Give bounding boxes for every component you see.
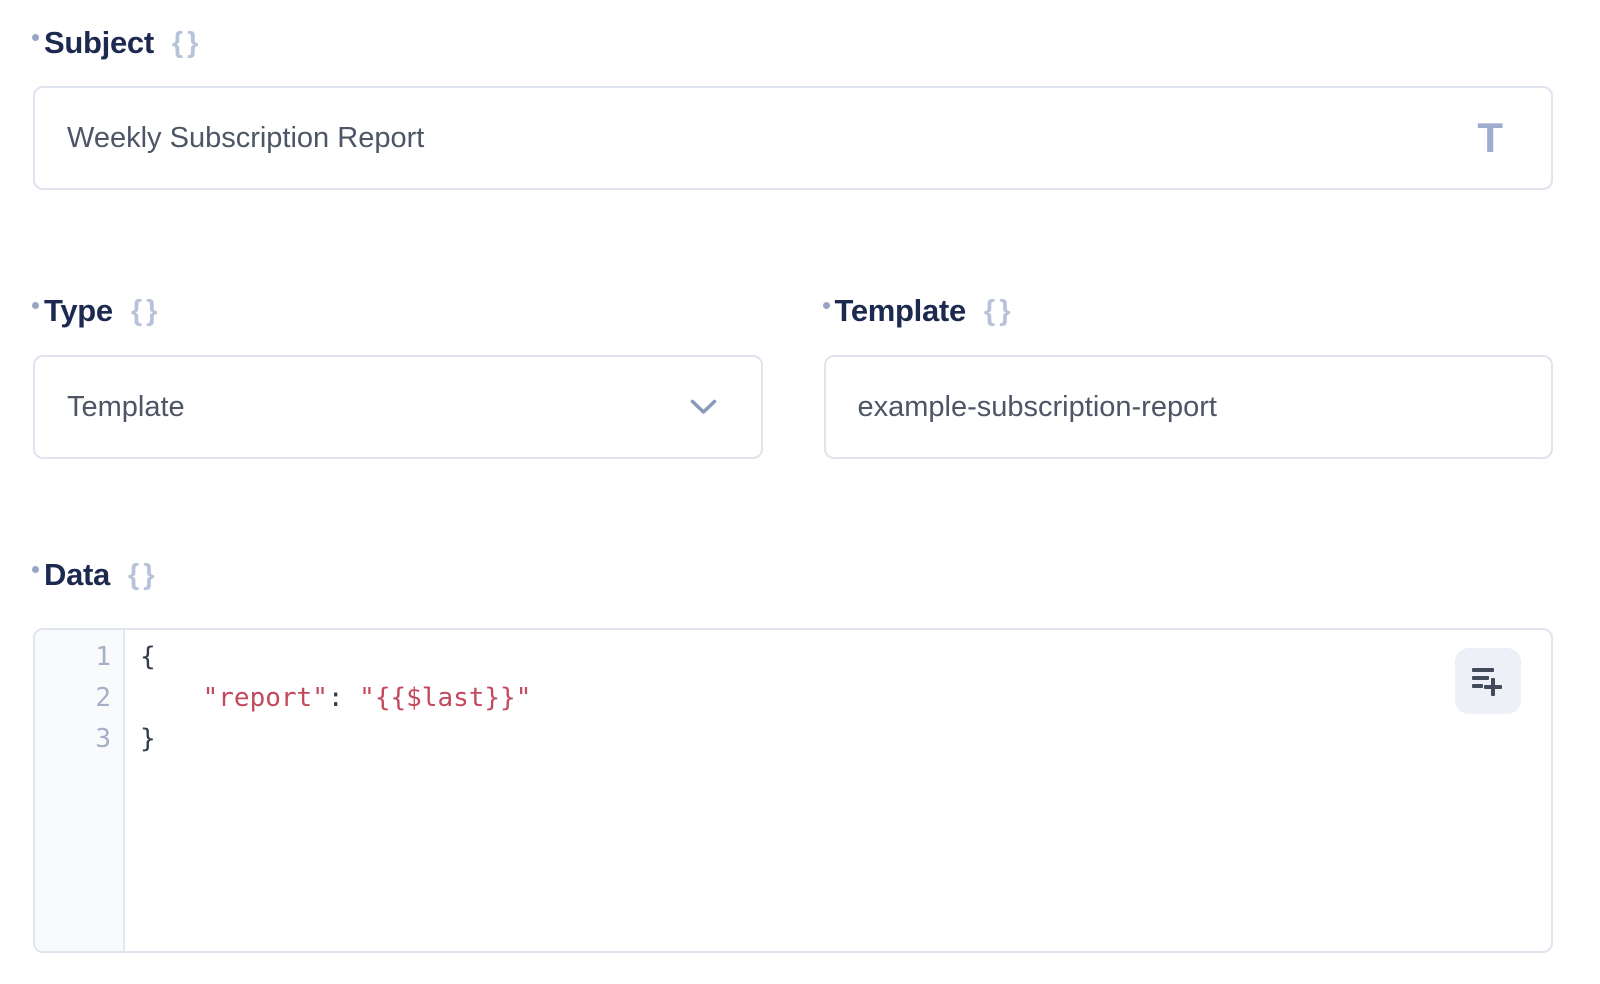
expression-braces-icon[interactable]: {}: [131, 293, 162, 329]
subject-label-row: Subject {}: [33, 25, 1553, 61]
expression-braces-icon[interactable]: {}: [172, 25, 203, 61]
label-bullet-icon: [32, 566, 39, 573]
label-bullet-icon: [823, 302, 830, 309]
code-lines: 1{2 "report": "{{$last}}"3}: [35, 630, 1551, 759]
type-template-row: Type {} Template Template {} example-sub…: [33, 293, 1553, 459]
template-input[interactable]: example-subscription-report: [824, 355, 1554, 459]
playlist-add-icon: [1470, 665, 1506, 698]
code-line-text: }: [125, 724, 156, 754]
code-line-text: "report": "{{$last}}": [125, 683, 531, 713]
label-bullet-icon: [32, 34, 39, 41]
code-line: 2 "report": "{{$last}}": [35, 677, 1551, 718]
data-field-section: Data {} 1{2 "report": "{{$last}}"3}: [33, 557, 1553, 953]
type-label: Type: [44, 293, 113, 329]
code-line: 1{: [35, 636, 1551, 677]
line-number: 3: [35, 724, 125, 754]
subject-input[interactable]: Weekly Subscription Report T: [33, 86, 1553, 190]
text-type-icon[interactable]: T: [1477, 114, 1521, 162]
expression-braces-icon[interactable]: {}: [984, 293, 1015, 329]
subject-field-section: Subject {} Weekly Subscription Report T: [33, 25, 1553, 190]
line-number: 1: [35, 642, 125, 672]
code-line-text: {: [125, 642, 156, 672]
template-field-section: Template {} example-subscription-report: [824, 293, 1554, 459]
data-code-editor[interactable]: 1{2 "report": "{{$last}}"3}: [33, 628, 1553, 953]
line-number: 2: [35, 683, 125, 713]
email-template-form: Subject {} Weekly Subscription Report T …: [0, 0, 1600, 953]
type-field-section: Type {} Template: [33, 293, 763, 459]
type-label-row: Type {}: [33, 293, 763, 329]
label-bullet-icon: [32, 302, 39, 309]
type-select-value: Template: [67, 391, 185, 424]
subject-input-value: Weekly Subscription Report: [67, 122, 424, 155]
insert-snippet-button[interactable]: [1455, 648, 1521, 714]
template-label-row: Template {}: [824, 293, 1554, 329]
template-label: Template: [835, 293, 966, 329]
chevron-down-icon: [690, 399, 731, 415]
type-select[interactable]: Template: [33, 355, 763, 459]
data-label-row: Data {}: [33, 557, 1553, 593]
template-input-value: example-subscription-report: [858, 391, 1217, 424]
expression-braces-icon[interactable]: {}: [128, 557, 159, 593]
subject-label: Subject: [44, 25, 154, 61]
code-line: 3}: [35, 718, 1551, 759]
data-label: Data: [44, 557, 110, 593]
